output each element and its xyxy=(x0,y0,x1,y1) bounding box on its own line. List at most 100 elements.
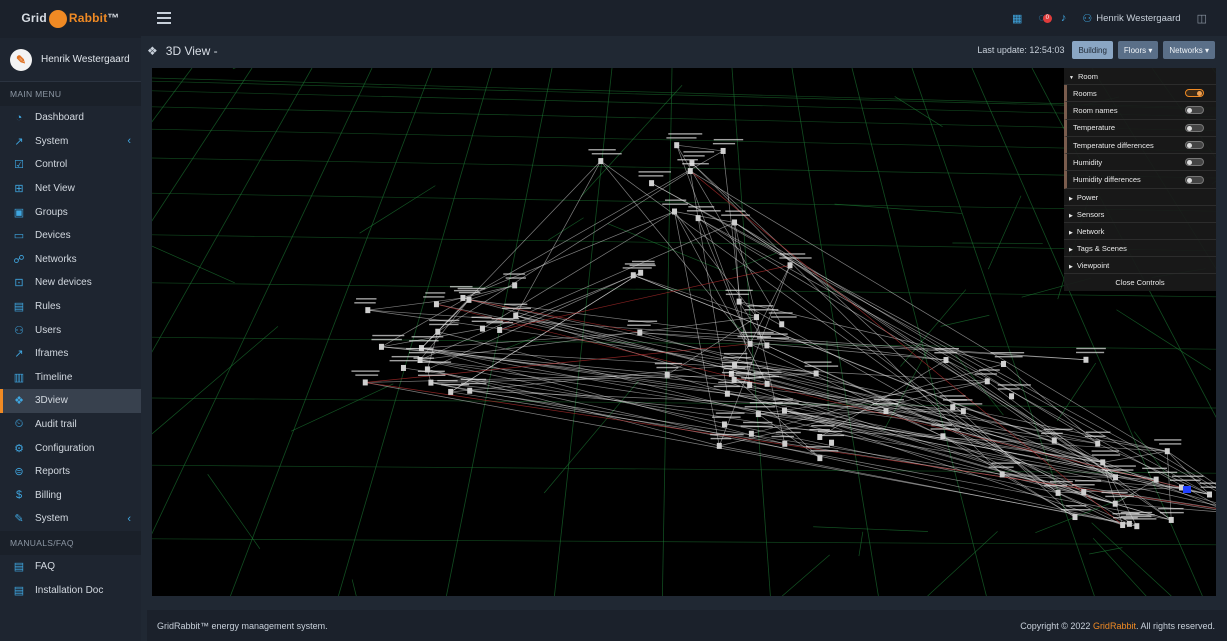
device-node-icon[interactable] xyxy=(695,215,701,222)
device-node-icon[interactable] xyxy=(378,343,384,350)
sidebar-item-3dview[interactable]: ❖ 3Dview xyxy=(0,389,141,413)
device-node-icon[interactable] xyxy=(1120,522,1126,529)
device-node-icon[interactable] xyxy=(984,378,990,385)
device-node-icon[interactable] xyxy=(1168,516,1174,523)
device-node-icon[interactable] xyxy=(1083,356,1089,363)
coordinator-node-icon[interactable] xyxy=(1183,486,1191,493)
device-node-icon[interactable] xyxy=(598,158,604,165)
device-node-icon[interactable] xyxy=(943,357,949,364)
3d-viewport[interactable]: ▼ Room Rooms Room names Temperature Temperat… xyxy=(152,68,1216,596)
device-node-icon[interactable] xyxy=(448,388,454,395)
toggle-switch[interactable] xyxy=(1185,175,1204,184)
toggle-switch[interactable] xyxy=(1185,123,1204,132)
device-node-icon[interactable] xyxy=(782,440,788,447)
device-node-icon[interactable] xyxy=(428,379,434,386)
device-node-icon[interactable] xyxy=(960,408,966,415)
toggle-switch[interactable] xyxy=(1185,141,1204,150)
sidebar-item-system[interactable]: ✎ System ‹ xyxy=(0,507,141,531)
device-node-icon[interactable] xyxy=(1081,489,1087,496)
sidebar-item-dashboard[interactable]: ◔ Dashboard xyxy=(0,106,141,130)
device-node-icon[interactable] xyxy=(1207,491,1213,498)
device-node-icon[interactable] xyxy=(479,325,485,332)
device-node-icon[interactable] xyxy=(883,408,889,415)
toggle-switch[interactable] xyxy=(1185,158,1204,167)
device-node-icon[interactable] xyxy=(724,390,730,397)
device-node-icon[interactable] xyxy=(672,208,678,215)
device-node-icon[interactable] xyxy=(787,262,793,269)
device-node-icon[interactable] xyxy=(1126,520,1132,527)
device-node-icon[interactable] xyxy=(649,180,655,187)
device-node-icon[interactable] xyxy=(1164,448,1170,455)
gridrabbit-link[interactable]: GridRabbit xyxy=(1093,621,1136,631)
floors-dropdown[interactable]: Floors ▾ xyxy=(1117,41,1159,59)
device-node-icon[interactable] xyxy=(1072,514,1078,521)
sidebar-item-networks[interactable]: ☍ Networks xyxy=(0,248,141,272)
folder-tags-scenes[interactable]: ▶ Tags & Scenes xyxy=(1064,240,1216,257)
device-node-icon[interactable] xyxy=(433,301,439,308)
device-node-icon[interactable] xyxy=(365,307,371,314)
sidebar-item-users[interactable]: ⚇ Users xyxy=(0,318,141,342)
device-node-icon[interactable] xyxy=(755,411,761,418)
device-node-icon[interactable] xyxy=(940,433,946,440)
device-node-icon[interactable] xyxy=(747,340,753,347)
device-node-icon[interactable] xyxy=(1051,437,1057,444)
device-node-icon[interactable] xyxy=(630,272,636,279)
sidebar-item-timeline[interactable]: ▥ Timeline xyxy=(0,366,141,390)
sidebar-item-configuration[interactable]: ⚙ Configuration xyxy=(0,436,141,460)
sidebar-item-billing[interactable]: $ Billing xyxy=(0,484,141,508)
device-node-icon[interactable] xyxy=(435,328,441,335)
device-node-icon[interactable] xyxy=(1153,476,1159,483)
device-node-icon[interactable] xyxy=(999,471,1005,478)
device-node-icon[interactable] xyxy=(754,314,760,321)
device-node-icon[interactable] xyxy=(779,321,785,328)
device-node-icon[interactable] xyxy=(1100,459,1106,466)
messages-icon[interactable]: ◌ 0 xyxy=(1038,12,1052,24)
sidebar-item-rules[interactable]: ▤ Rules xyxy=(0,295,141,319)
folder-network[interactable]: ▶ Network xyxy=(1064,223,1216,240)
device-node-icon[interactable] xyxy=(950,404,956,411)
device-node-icon[interactable] xyxy=(716,442,722,449)
hamburger-menu-icon[interactable] xyxy=(157,12,171,24)
building-button[interactable]: Building xyxy=(1072,41,1113,59)
chevron-left-icon[interactable]: ‹ xyxy=(127,513,131,525)
device-node-icon[interactable] xyxy=(400,364,406,371)
folder-viewpoint[interactable]: ▶ Viewpoint xyxy=(1064,257,1216,274)
close-controls-button[interactable]: Close Controls xyxy=(1064,274,1216,291)
device-node-icon[interactable] xyxy=(731,376,737,383)
device-node-icon[interactable] xyxy=(813,370,819,377)
device-node-icon[interactable] xyxy=(721,421,727,428)
folder-power[interactable]: ▶ Power xyxy=(1064,189,1216,206)
bell-icon[interactable]: ♪ xyxy=(1061,12,1067,24)
sidebar-item-installation-doc[interactable]: ▤ Installation Doc xyxy=(0,578,141,602)
device-node-icon[interactable] xyxy=(1112,500,1118,507)
sidebar-toggle-icon[interactable]: ◫ xyxy=(1197,12,1207,25)
sidebar-item-system[interactable]: ↗ System ‹ xyxy=(0,130,141,154)
device-node-icon[interactable] xyxy=(829,439,835,446)
device-node-icon[interactable] xyxy=(638,269,644,276)
device-node-icon[interactable] xyxy=(674,142,680,149)
device-node-icon[interactable] xyxy=(497,326,503,333)
user-panel[interactable]: ✎ Henrik Westergaard xyxy=(0,38,141,82)
device-node-icon[interactable] xyxy=(817,433,823,440)
device-node-icon[interactable] xyxy=(362,379,368,386)
device-node-icon[interactable] xyxy=(1055,489,1061,496)
brand-logo[interactable]: Grid Rabbit™ xyxy=(0,0,141,38)
sidebar-item-iframes[interactable]: ↗ Iframes xyxy=(0,342,141,366)
device-node-icon[interactable] xyxy=(1095,440,1101,447)
room-folder[interactable]: ▼ Room xyxy=(1064,68,1216,85)
sidebar-item-reports[interactable]: ⊜ Reports xyxy=(0,460,141,484)
device-node-icon[interactable] xyxy=(466,296,472,303)
networks-dropdown[interactable]: Networks ▾ xyxy=(1163,41,1215,59)
device-node-icon[interactable] xyxy=(687,168,693,175)
chevron-left-icon[interactable]: ‹ xyxy=(127,135,131,147)
device-node-icon[interactable] xyxy=(424,366,430,373)
device-node-icon[interactable] xyxy=(817,455,823,462)
sidebar-item-new-devices[interactable]: ⊡ New devices xyxy=(0,271,141,295)
sidebar-item-groups[interactable]: ▣ Groups xyxy=(0,200,141,224)
sidebar-item-control[interactable]: ☑ Control xyxy=(0,153,141,177)
device-node-icon[interactable] xyxy=(1134,523,1140,530)
device-node-icon[interactable] xyxy=(513,312,519,319)
sidebar-item-faq[interactable]: ▤ FAQ xyxy=(0,555,141,579)
folder-sensors[interactable]: ▶ Sensors xyxy=(1064,206,1216,223)
top-user-menu[interactable]: ⚇ Henrik Westergaard xyxy=(1082,12,1180,25)
